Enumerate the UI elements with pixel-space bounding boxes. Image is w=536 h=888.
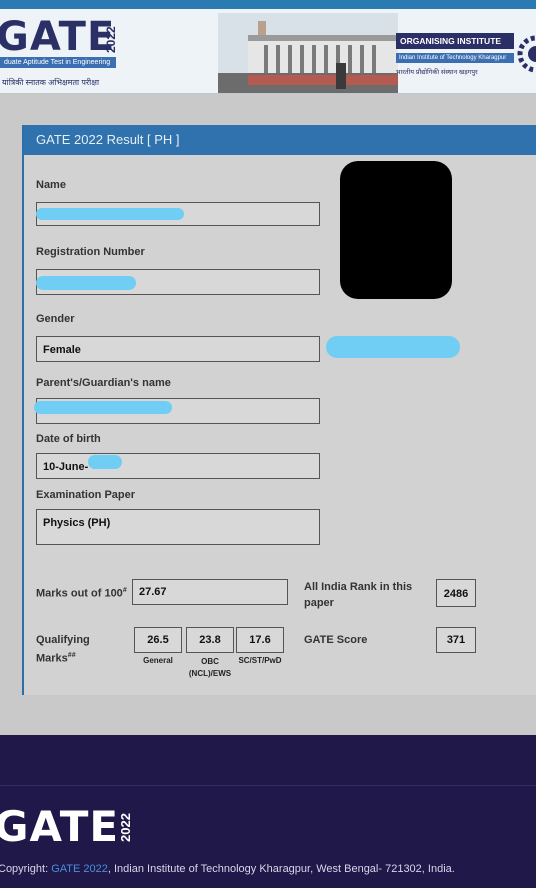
marks-label-sup: # [122, 587, 127, 594]
iit-emblem-icon [517, 35, 536, 73]
gate-logo-text: GATE [0, 14, 116, 60]
copyright-prefix: Copyright: [0, 863, 52, 875]
registration-number-label: Registration Number [36, 246, 145, 258]
qualifying-obc-value: 23.8 [186, 627, 234, 653]
gate-logo-year: 2022 [104, 26, 118, 54]
qualifying-sc-caption: SC/ST/PwD [238, 656, 282, 665]
site-banner: GATE 2022 duate Aptitude Test in Enginee… [0, 9, 536, 94]
candidate-photo-redacted [340, 161, 452, 299]
gate-logo-subtitle: duate Aptitude Test in Engineering [0, 57, 117, 68]
copyright-text: Copyright: GATE 2022, Indian Institute o… [0, 863, 455, 875]
rank-label: All India Rank in this paper [304, 579, 412, 611]
footer-divider [0, 785, 536, 786]
institute-building-image [218, 13, 398, 93]
org-title: ORGANISING INSTITUTE [396, 33, 514, 49]
qualifying-marks-label: Qualifying Marks## [36, 633, 90, 667]
marks-label-text: Marks out of 100 [36, 587, 123, 600]
result-card-header: GATE 2022 Result [ PH ] [24, 125, 536, 155]
footer-gate-logo-text: GATE [0, 802, 120, 851]
gate-logo-hindi: यांत्रिकी स्नातक अभिक्षमता परीक्षा [2, 78, 100, 87]
result-card: GATE 2022 Result [ PH ] Name Registratio… [22, 125, 536, 695]
signature-redaction [326, 336, 460, 358]
organising-institute: ORGANISING INSTITUTE Indian Institute of… [396, 33, 514, 76]
gate-logo[interactable]: GATE 2022 [0, 14, 118, 60]
marks-label: Marks out of 100# [36, 587, 127, 600]
rank-value: 2486 [436, 579, 476, 607]
registration-redaction [36, 276, 136, 290]
copyright-suffix: , Indian Institute of Technology Kharagp… [107, 863, 455, 875]
date-of-birth-field: 10-June- [36, 453, 320, 479]
footer-gate-logo-year: 2022 [118, 813, 133, 843]
org-hindi: भारतीय प्रौद्योगिकी संस्थान खड़गपुर [396, 69, 478, 76]
qualifying-label-sup: ## [67, 652, 76, 659]
org-name: Indian Institute of Technology Kharagpur [396, 53, 514, 63]
name-redaction [36, 208, 184, 220]
qualifying-general-value: 26.5 [134, 627, 182, 653]
guardian-name-label: Parent's/Guardian's name [36, 377, 171, 389]
gender-label: Gender [36, 313, 75, 325]
qualifying-label-line-2: Marks [36, 652, 68, 665]
copyright-gate-link[interactable]: GATE 2022 [51, 863, 108, 875]
guardian-redaction [34, 401, 172, 414]
gender-field: Female [36, 336, 320, 362]
name-label: Name [36, 179, 66, 191]
examination-paper-field: Physics (PH) [36, 509, 320, 545]
rank-label-line-2: paper [304, 597, 334, 609]
dob-redaction [88, 455, 122, 469]
qualifying-general-caption: General [143, 656, 173, 665]
site-footer: GATE 2022 Copyright: GATE 2022, Indian I… [0, 735, 536, 888]
qualifying-sc-value: 17.6 [236, 627, 284, 653]
qualifying-obc-caption-2: (NCL)/EWS [188, 669, 232, 678]
examination-paper-label: Examination Paper [36, 489, 136, 501]
qualifying-label-line-1: Qualifying [36, 634, 90, 646]
top-accent-bar [0, 0, 536, 9]
gate-score-value: 371 [436, 627, 476, 653]
rank-label-line-1: All India Rank in this [304, 581, 413, 593]
marks-value: 27.67 [132, 579, 288, 605]
gate-score-label: GATE Score [304, 634, 368, 646]
date-of-birth-label: Date of birth [36, 433, 101, 445]
